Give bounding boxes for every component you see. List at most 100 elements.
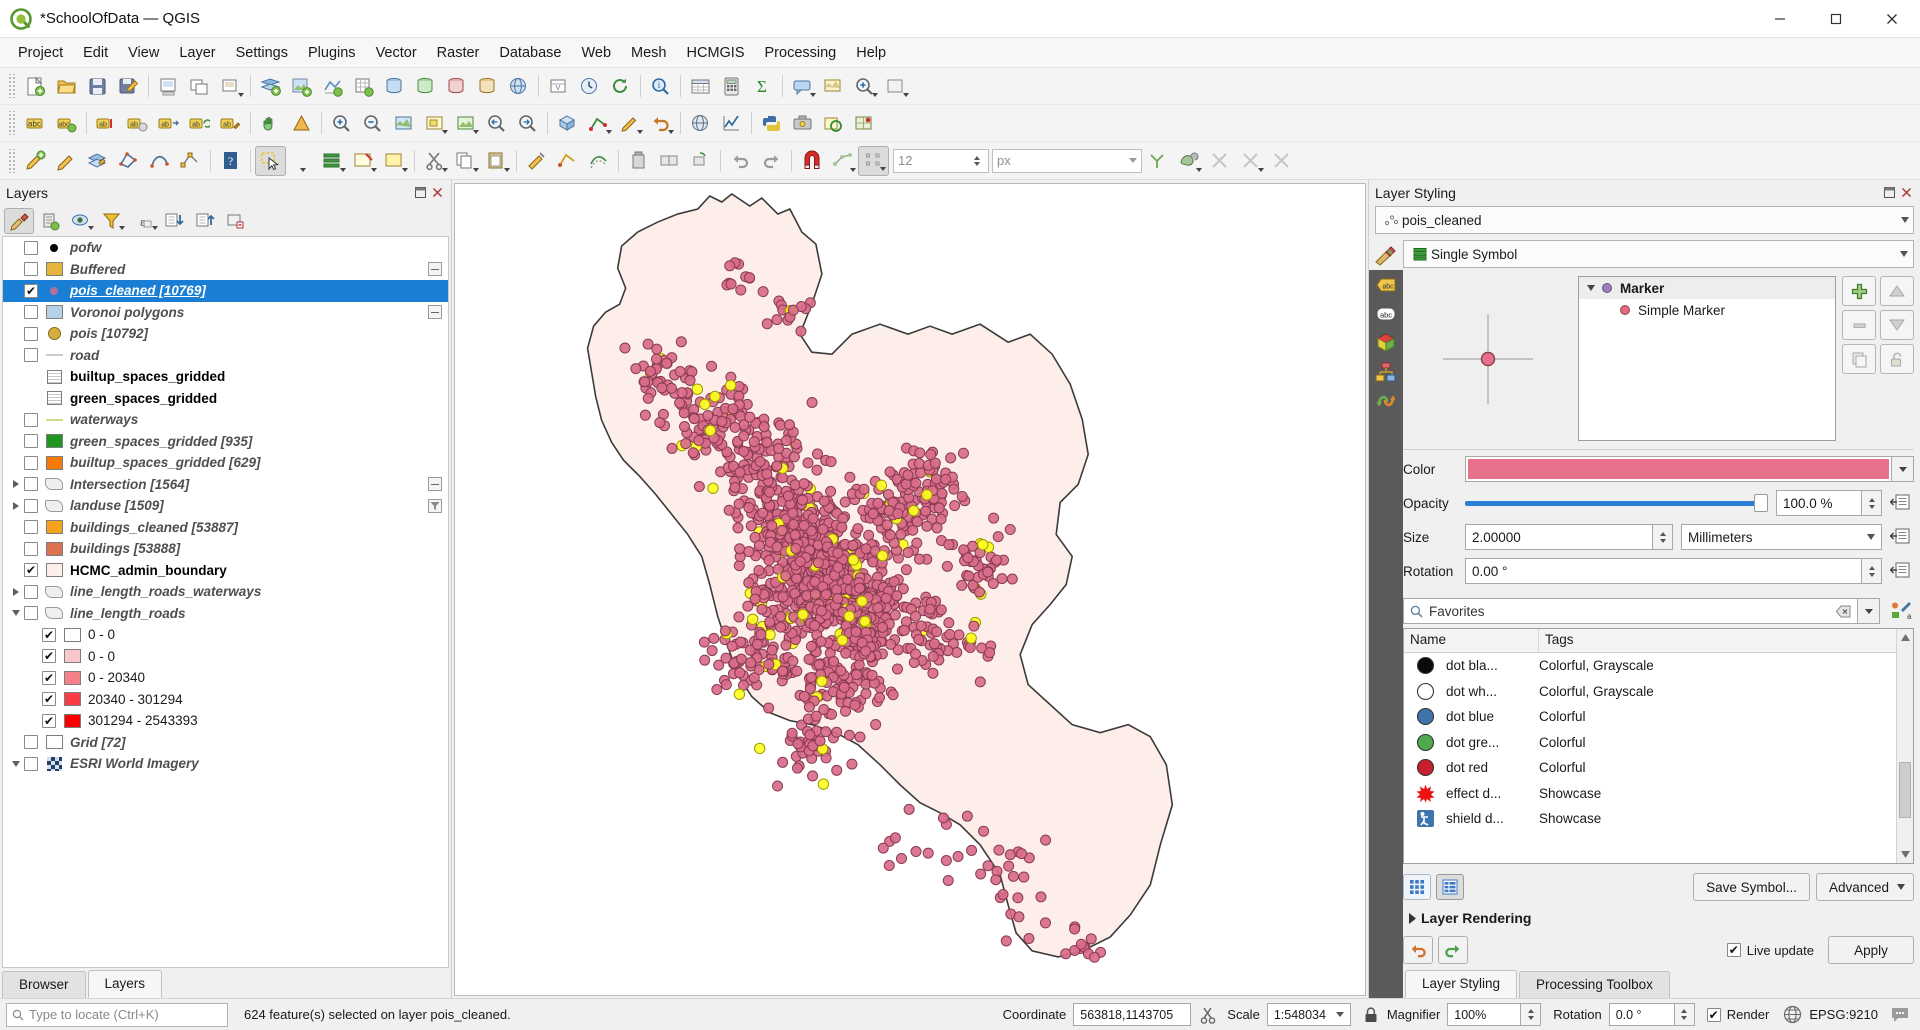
duplicate-symbol-layer-button[interactable] [1842,344,1876,374]
add-symbol-layer-button[interactable] [1842,276,1876,306]
panel-tab-layers[interactable]: Layers [87,970,163,998]
open-attribute-table-icon[interactable] [685,71,716,101]
redo-edit-icon[interactable] [756,146,787,176]
color-swatch-button[interactable] [1465,456,1892,482]
layer-visibility-checkbox[interactable] [24,584,38,599]
python-console-icon[interactable] [756,108,787,138]
magnet-snapping-icon[interactable] [796,146,827,176]
icon-view-button[interactable] [1403,874,1431,900]
georeferencer-icon[interactable] [849,108,880,138]
layer-visibility-checkbox[interactable] [42,670,56,685]
symbol-table-col-tags[interactable]: Tags [1539,629,1896,652]
rotation-input[interactable]: 0.00 ° [1465,558,1862,584]
panel-undock-button[interactable] [414,186,428,200]
layer-tree-item[interactable]: pois_cleaned [10769] [3,280,448,302]
rotation-input[interactable]: 0.0 ° [1608,1003,1675,1026]
masks-tab-icon[interactable]: abc [1374,303,1398,325]
rotate-label-icon[interactable]: ab [184,108,215,138]
menu-plugins[interactable]: Plugins [298,41,366,65]
symbol-list-item[interactable]: dot wh... Colorful, Grayscale [1404,679,1896,705]
map-tips-icon[interactable] [787,71,818,101]
layer-visibility-checkbox[interactable] [24,606,38,621]
layer-visibility-checkbox[interactable] [42,649,56,664]
new-print-layout-icon[interactable] [153,71,184,101]
text-annotation-icon[interactable] [614,108,645,138]
layer-tree-item[interactable]: Buffered [3,259,448,281]
select-by-value-icon[interactable] [317,146,348,176]
size-spinner[interactable] [1653,524,1673,550]
minimize-button[interactable] [1752,0,1808,38]
add-vector-layer-icon[interactable] [255,71,286,101]
layer-visibility-checkbox[interactable] [24,563,38,578]
show-hide-labels-icon[interactable]: ab [122,108,153,138]
panel-tab-browser[interactable]: Browser [2,971,86,998]
layer-tree-item[interactable]: 0 - 20340 [3,667,448,689]
no-projection-icon[interactable] [685,108,716,138]
diagrams-tab-icon[interactable] [1374,361,1398,383]
help-icon[interactable]: ? [215,146,246,176]
layer-tree-item[interactable]: ESRI World Imagery [3,753,448,775]
styling-layer-select[interactable]: pois_cleaned [1375,206,1914,234]
identify-features-icon[interactable]: i [645,71,676,101]
layer-tree-item[interactable]: buildings_cleaned [53887] [3,517,448,539]
size-input[interactable]: 2.00000 [1465,524,1653,550]
3d-view-tab-icon[interactable] [1374,332,1398,354]
layer-tree-item[interactable]: HCMC_admin_boundary [3,560,448,582]
snap-to-segment-icon[interactable] [1235,146,1266,176]
menu-database[interactable]: Database [489,41,571,65]
layer-visibility-checkbox[interactable] [42,713,56,728]
layer-visibility-checkbox[interactable] [24,240,38,255]
measure-tool-icon[interactable] [552,146,583,176]
menu-mesh[interactable]: Mesh [621,41,676,65]
collapse-arrow-icon[interactable] [7,605,24,622]
opacity-input[interactable]: 100.0 % [1776,490,1862,516]
filter-legend-icon[interactable] [97,208,127,234]
menu-help[interactable]: Help [846,41,896,65]
avoid-overlap-icon[interactable] [1173,146,1204,176]
symbol-list-item[interactable]: effect d... Showcase [1404,781,1896,807]
symbol-list-item[interactable]: dot red Colorful [1404,755,1896,781]
crs-label[interactable]: EPSG:9210 [1809,1007,1878,1022]
layer-visibility-checkbox[interactable] [24,498,38,513]
layer-tree-item[interactable]: Voronoi polygons [3,302,448,324]
add-raster-layer-icon[interactable] [286,71,317,101]
symbology-tab-icon[interactable] [1369,240,1403,270]
scroll-down-arrow-icon[interactable] [1897,846,1913,863]
add-spatialite-layer-icon[interactable] [410,71,441,101]
apply-button[interactable]: Apply [1828,936,1914,964]
symbol-list-scrollbar[interactable] [1896,629,1913,863]
layer-visibility-checkbox[interactable] [24,756,38,771]
clear-search-icon[interactable] [1836,605,1851,618]
zoom-full-icon[interactable] [388,108,419,138]
menu-layer[interactable]: Layer [169,41,225,65]
save-project-icon[interactable] [82,71,113,101]
expand-arrow-icon[interactable] [7,476,24,493]
select-by-location-icon[interactable] [818,108,849,138]
layer-tree-item[interactable]: line_length_roads [3,603,448,625]
layer-filter-indicator-icon[interactable] [428,498,448,513]
toolbar-grip[interactable] [7,111,16,135]
menu-web[interactable]: Web [571,41,621,65]
toggle-editing-icon[interactable] [51,146,82,176]
select-features-icon[interactable] [255,145,286,176]
layer-visibility-checkbox[interactable] [24,348,38,363]
processing-toolbox-icon[interactable] [787,108,818,138]
locator-input[interactable]: Type to locate (Ctrl+K) [6,1002,228,1027]
opacity-spinner[interactable] [1862,490,1882,516]
collapse-arrow-icon[interactable] [7,755,24,772]
measure-line-icon[interactable] [583,108,614,138]
rotation-data-defined-override-icon[interactable] [1888,558,1914,584]
layer-visibility-checkbox[interactable] [42,692,56,707]
color-dropdown-button[interactable] [1892,456,1914,482]
zoom-in-tool-icon[interactable] [849,71,880,101]
clock-icon[interactable] [574,71,605,101]
menu-hcmgis[interactable]: HCMGIS [677,41,755,65]
undo-styling-button[interactable] [1403,936,1433,964]
redo-styling-button[interactable] [1438,936,1468,964]
lock-symbol-layer-button[interactable] [1880,344,1914,374]
move-symbol-layer-up-button[interactable] [1880,276,1914,306]
close-snapping-icon[interactable] [1204,146,1235,176]
layer-visibility-checkbox[interactable] [24,305,38,320]
collapse-arrow-icon[interactable] [1583,285,1599,291]
style-manager-icon[interactable]: a [1888,598,1914,624]
